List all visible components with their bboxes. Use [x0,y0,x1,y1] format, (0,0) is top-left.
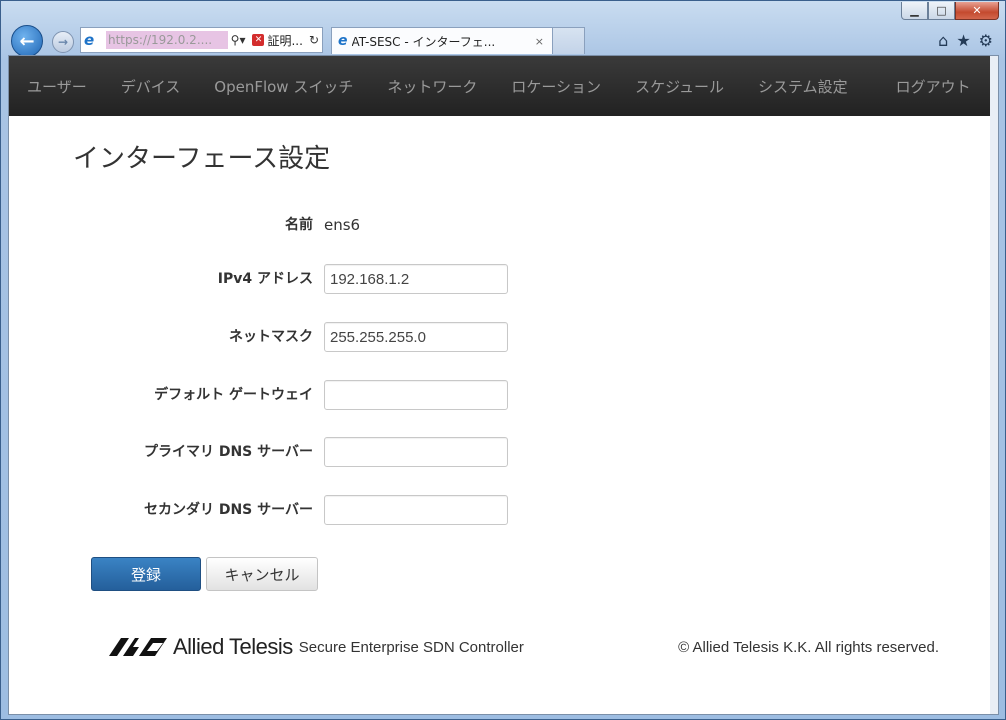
browser-window: ▁ □ ✕ ← → e https://192.0.2.... ⚲▾ ✕ 証明.… [0,0,1006,720]
netmask-label: ネットマスク [229,329,313,345]
ipv4-address-input[interactable] [324,264,508,294]
nav-system-settings[interactable]: システム設定 [758,76,848,97]
nav-logout[interactable]: ログアウト [896,76,971,97]
window-controls: ▁ □ ✕ [901,2,999,20]
primary-dns-input[interactable] [324,437,508,467]
gateway-label: デフォルト ゲートウェイ [154,387,313,403]
minimize-button[interactable]: ▁ [901,2,928,20]
page-footer: Allied Telesis Secure Enterprise SDN Con… [109,634,939,664]
row-gateway: デフォルト ゲートウェイ [9,380,609,410]
ie-tab-icon: e [338,33,348,49]
secondary-dns-label: セカンダリ DNS サーバー [143,502,313,518]
nav-network[interactable]: ネットワーク [387,76,477,97]
allied-telesis-mark-icon [109,638,167,656]
form-actions: 登録 キャンセル [9,557,409,591]
row-secondary-dns: セカンダリ DNS サーバー [9,495,609,525]
nav-users[interactable]: ユーザー [27,76,87,97]
nav-location[interactable]: ロケーション [511,76,601,97]
netmask-input[interactable] [324,322,508,352]
tab-close-icon[interactable]: × [535,35,544,48]
row-name: 名前 ens6 [9,210,609,240]
tab-title: AT-SESC - インターフェ... [351,34,496,49]
back-button[interactable]: ← [11,25,43,57]
name-value: ens6 [324,216,361,234]
new-tab-button[interactable] [553,27,585,54]
primary-dns-label: プライマリ DNS サーバー [143,444,313,460]
brand-name: Allied Telesis [173,634,293,659]
nav-schedule[interactable]: スケジュール [635,76,724,97]
default-gateway-input[interactable] [324,380,508,410]
close-window-button[interactable]: ✕ [955,2,999,20]
address-url[interactable]: https://192.0.2.... [106,31,228,49]
vertical-scrollbar[interactable] [990,56,998,714]
page-viewport: ユーザー デバイス OpenFlow スイッチ ネットワーク ロケーション スケ… [8,55,999,715]
nav-devices[interactable]: デバイス [121,76,181,97]
forward-button[interactable]: → [52,31,74,53]
row-primary-dns: プライマリ DNS サーバー [9,437,609,467]
name-label: 名前 [285,217,313,233]
maximize-button[interactable]: □ [928,2,955,20]
copyright-text: © Allied Telesis K.K. All rights reserve… [678,639,939,656]
browser-tab-active[interactable]: e AT-SESC - インターフェ... × [331,27,553,54]
home-icon[interactable]: ⌂ [938,31,948,50]
refresh-icon[interactable]: ↻ [309,33,319,47]
address-bar[interactable]: e https://192.0.2.... ⚲▾ ✕ 証明... ↻ [80,27,323,53]
row-netmask: ネットマスク [9,322,609,352]
page-title: インターフェース設定 [73,143,331,173]
forward-arrow-icon: → [57,35,69,49]
top-navbar: ユーザー デバイス OpenFlow スイッチ ネットワーク ロケーション スケ… [9,56,998,116]
submit-button[interactable]: 登録 [91,557,201,591]
ipv4-label: IPv4 アドレス [217,271,313,287]
browser-toolbar: ← → e https://192.0.2.... ⚲▾ ✕ 証明... ↻ e… [9,23,997,57]
settings-gear-icon[interactable]: ⚙ [979,31,993,50]
row-ipv4: IPv4 アドレス [9,264,609,294]
certificate-label[interactable]: 証明... [267,32,302,49]
search-icon[interactable]: ⚲▾ [231,33,246,47]
back-arrow-icon: ← [19,30,35,52]
favorites-star-icon[interactable]: ★ [956,31,970,50]
certificate-error-icon[interactable]: ✕ [252,34,265,46]
browser-tools: ⌂ ★ ⚙ [938,31,993,50]
allied-telesis-logo: Allied Telesis Secure Enterprise SDN Con… [109,634,524,660]
cancel-button[interactable]: キャンセル [206,557,318,591]
ie-logo-icon: e [84,31,95,49]
secondary-dns-input[interactable] [324,495,508,525]
nav-openflow-switch[interactable]: OpenFlow スイッチ [214,76,353,97]
product-name: Secure Enterprise SDN Controller [298,638,524,656]
